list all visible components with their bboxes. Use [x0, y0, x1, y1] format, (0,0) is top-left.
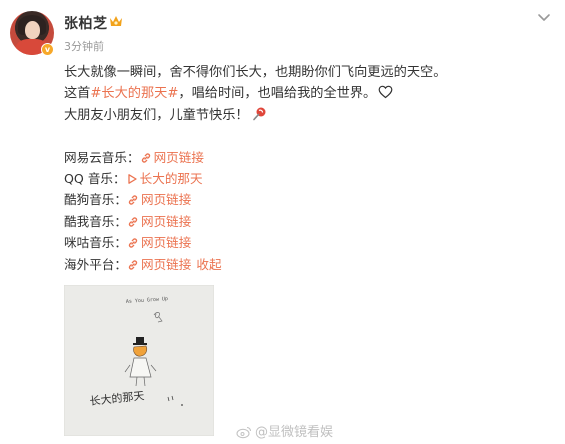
post-text-line: 长大就像一瞬间，舍不得你们长大，也期盼你们飞向更远的天空。 — [64, 65, 447, 80]
album-cover-image[interactable]: As You Grow Up 长大的那天 — [64, 285, 214, 436]
link-icon — [128, 195, 138, 205]
heart-icon — [378, 85, 393, 99]
web-link[interactable]: 网页链接 — [127, 214, 191, 229]
link-icon — [128, 238, 138, 248]
web-link[interactable]: 网页链接 — [140, 150, 204, 165]
crown-icon — [110, 16, 122, 26]
link-icon — [128, 217, 138, 227]
music-source-overseas: 海外平台： 网页链接 收起 — [64, 256, 222, 274]
collapse-button[interactable]: 收起 — [196, 257, 221, 272]
link-text: 网页链接 — [140, 235, 192, 250]
source-label: 酷我音乐： — [64, 214, 127, 229]
weibo-post: v 张柏芝 3分钟前 长大就像一瞬间，舍不得你们长大，也期盼你们飞向更远的天空。… — [0, 0, 565, 444]
link-text: 网页链接 — [140, 192, 192, 207]
link-text: 长大的那天 — [139, 171, 203, 186]
web-link[interactable]: 网页链接 — [127, 192, 191, 207]
text-segment: 大朋友小朋友们，儿童节快乐！ — [64, 108, 249, 123]
music-source-netease: 网易云音乐： 网页链接 — [64, 149, 204, 167]
music-source-migu: 咪咕音乐： 网页链接 — [64, 234, 191, 252]
verified-badge-icon: v — [41, 43, 54, 56]
link-text: 网页链接 — [140, 214, 192, 229]
music-source-qq: QQ 音乐： 长大的那天 — [64, 170, 203, 188]
watermark: @显微镜看娱 — [236, 421, 333, 440]
username[interactable]: 张柏芝 — [64, 13, 108, 33]
chevron-down-icon[interactable] — [536, 11, 552, 25]
source-label: 咪咕音乐： — [64, 235, 127, 250]
song-link[interactable]: 长大的那天 — [126, 171, 203, 186]
post-text-line: 大朋友小朋友们，儿童节快乐！ — [64, 106, 267, 126]
text-segment: 这首 — [64, 86, 91, 101]
source-label: QQ 音乐： — [64, 171, 126, 186]
link-icon — [128, 260, 138, 270]
lollipop-emoji-icon — [252, 107, 266, 121]
music-source-kugou: 酷狗音乐： 网页链接 — [64, 191, 191, 209]
music-source-kuwo: 酷我音乐： 网页链接 — [64, 213, 191, 231]
source-label: 海外平台： — [64, 257, 127, 272]
web-link[interactable]: 网页链接 — [127, 257, 191, 272]
play-icon — [127, 174, 137, 184]
text-segment: ，唱给时间，也唱给我的全世界。 — [178, 86, 377, 101]
watermark-text: @显微镜看娱 — [255, 425, 334, 440]
link-icon — [141, 153, 150, 163]
weibo-logo-icon — [236, 426, 252, 439]
cover-illustration: As You Grow Up 长大的那天 — [64, 285, 214, 436]
link-text: 网页链接 — [153, 150, 204, 165]
topic-link[interactable]: #长大的那天# — [90, 86, 178, 101]
post-time[interactable]: 3分钟前 — [64, 38, 104, 54]
source-label: 网易云音乐： — [64, 150, 140, 165]
link-text: 网页链接 — [140, 257, 192, 272]
source-label: 酷狗音乐： — [64, 192, 127, 207]
post-text-line: 这首#长大的那天#，唱给时间，也唱给我的全世界。 — [64, 84, 393, 104]
web-link[interactable]: 网页链接 — [127, 235, 191, 250]
